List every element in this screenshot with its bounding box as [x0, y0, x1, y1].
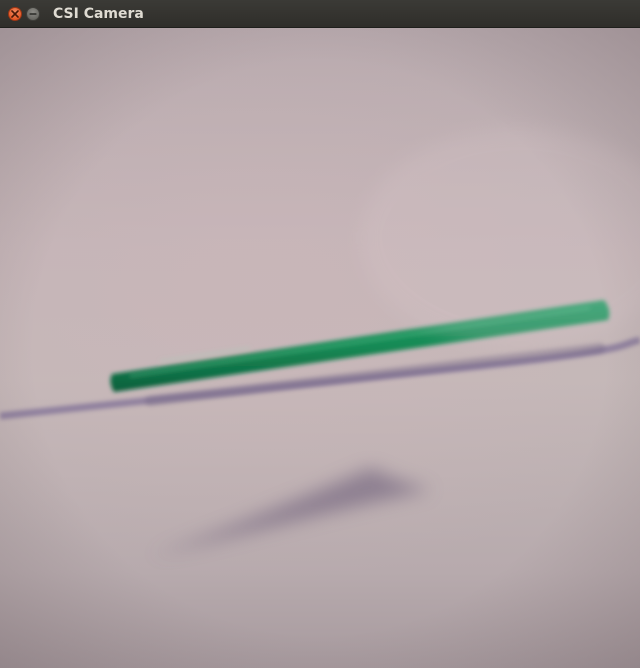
- camera-feed: [0, 28, 640, 668]
- close-button[interactable]: [8, 7, 22, 21]
- minimize-button[interactable]: [26, 7, 40, 21]
- window-title: CSI Camera: [53, 6, 144, 22]
- close-icon: [11, 10, 19, 18]
- paper-shadow: [150, 468, 432, 556]
- window-controls: [8, 7, 40, 21]
- minimize-icon: [29, 13, 37, 15]
- camera-frame: [0, 128, 640, 556]
- camera-window: CSI Camera: [0, 0, 640, 668]
- title-bar[interactable]: CSI Camera: [0, 0, 640, 28]
- light-reflection: [360, 128, 640, 348]
